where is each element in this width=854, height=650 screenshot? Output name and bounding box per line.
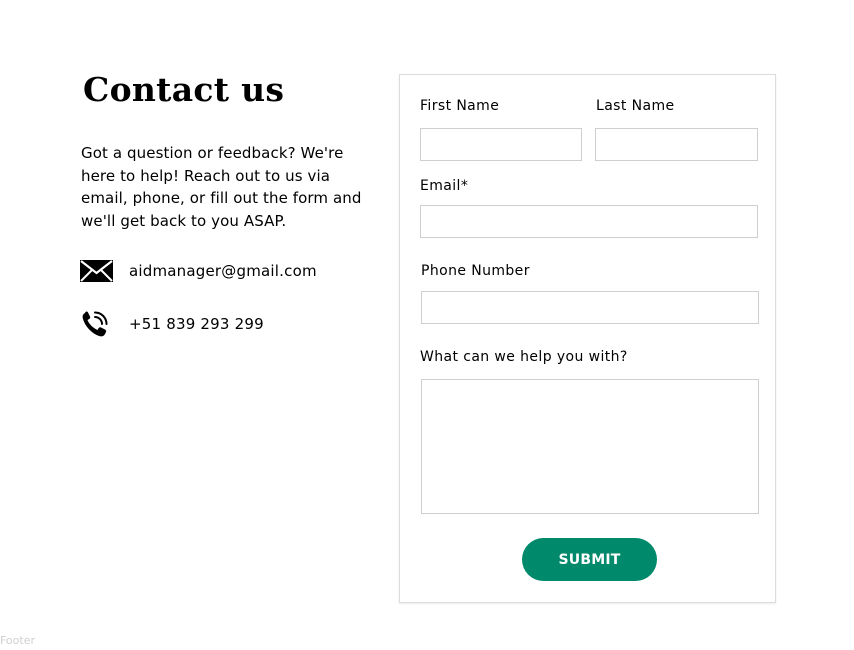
submit-button[interactable]: SUBMIT	[522, 538, 657, 581]
contact-form: First Name Last Name Email* Phone Number…	[399, 74, 776, 603]
message-label: What can we help you with?	[420, 349, 628, 365]
envelope-icon	[80, 256, 114, 286]
email-link[interactable]: aidmanager@gmail.com	[129, 262, 317, 280]
last-name-input[interactable]	[595, 128, 758, 161]
phone-icon	[80, 309, 114, 339]
email-label: Email*	[420, 178, 469, 194]
contact-page: Contact us Got a question or feedback? W…	[0, 0, 854, 650]
footer-label: Footer	[0, 634, 35, 647]
phone-number-label: Phone Number	[421, 263, 530, 279]
message-textarea[interactable]	[421, 379, 759, 514]
first-name-input[interactable]	[420, 128, 582, 161]
page-title: Contact us	[83, 70, 285, 109]
phone-number-input[interactable]	[421, 291, 759, 324]
phone-contact-row: +51 839 293 299	[80, 309, 264, 339]
last-name-label: Last Name	[596, 98, 675, 114]
intro-text: Got a question or feedback? We're here t…	[81, 144, 362, 230]
phone-link[interactable]: +51 839 293 299	[129, 315, 264, 333]
email-input[interactable]	[420, 205, 758, 238]
first-name-label: First Name	[420, 98, 500, 114]
email-contact-row: aidmanager@gmail.com	[80, 256, 317, 286]
